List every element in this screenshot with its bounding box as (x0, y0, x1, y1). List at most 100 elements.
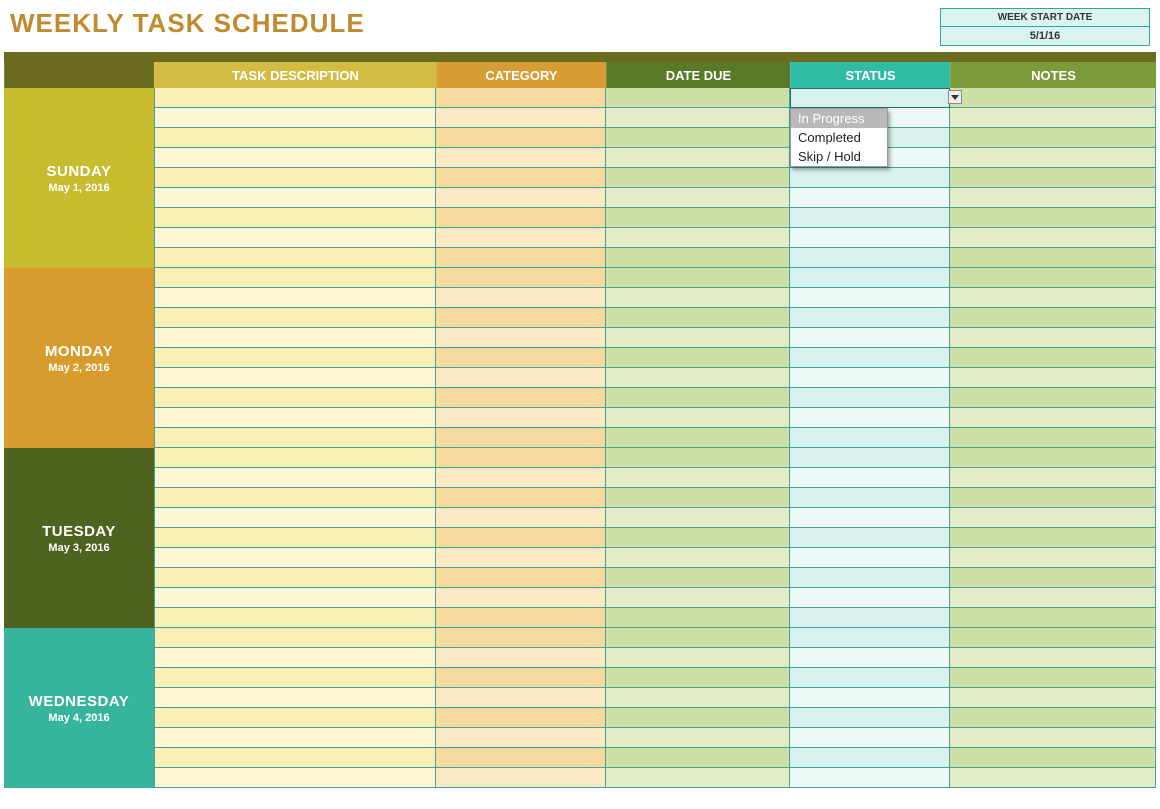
notes-cell[interactable] (950, 108, 1156, 128)
task-cell[interactable] (154, 728, 436, 748)
task-cell[interactable] (154, 528, 436, 548)
notes-cell[interactable] (950, 548, 1156, 568)
cat-cell[interactable] (436, 608, 606, 628)
stat-cell[interactable] (790, 548, 950, 568)
task-cell[interactable] (154, 688, 436, 708)
cat-cell[interactable] (436, 568, 606, 588)
task-cell[interactable] (154, 188, 436, 208)
status-option[interactable]: Completed (791, 128, 887, 147)
notes-cell[interactable] (950, 88, 1156, 108)
due-cell[interactable] (606, 128, 790, 148)
notes-cell[interactable] (950, 248, 1156, 268)
due-cell[interactable] (606, 328, 790, 348)
task-cell[interactable] (154, 608, 436, 628)
cat-cell[interactable] (436, 188, 606, 208)
cat-cell[interactable] (436, 88, 606, 108)
stat-cell[interactable] (790, 188, 950, 208)
stat-cell[interactable] (790, 208, 950, 228)
cat-cell[interactable] (436, 748, 606, 768)
due-cell[interactable] (606, 308, 790, 328)
cat-cell[interactable] (436, 248, 606, 268)
task-cell[interactable] (154, 628, 436, 648)
task-cell[interactable] (154, 248, 436, 268)
due-cell[interactable] (606, 468, 790, 488)
cat-cell[interactable] (436, 408, 606, 428)
stat-cell[interactable] (790, 508, 950, 528)
stat-cell[interactable] (790, 688, 950, 708)
stat-cell[interactable] (790, 588, 950, 608)
task-cell[interactable] (154, 88, 436, 108)
task-cell[interactable] (154, 348, 436, 368)
due-cell[interactable] (606, 108, 790, 128)
stat-cell[interactable] (790, 528, 950, 548)
notes-cell[interactable] (950, 668, 1156, 688)
due-cell[interactable] (606, 768, 790, 788)
due-cell[interactable] (606, 688, 790, 708)
notes-cell[interactable] (950, 728, 1156, 748)
task-cell[interactable] (154, 548, 436, 568)
notes-cell[interactable] (950, 488, 1156, 508)
stat-cell[interactable] (790, 228, 950, 248)
stat-cell[interactable] (790, 168, 950, 188)
notes-cell[interactable] (950, 148, 1156, 168)
stat-cell[interactable] (790, 428, 950, 448)
task-cell[interactable] (154, 468, 436, 488)
notes-cell[interactable] (950, 768, 1156, 788)
notes-cell[interactable] (950, 308, 1156, 328)
stat-cell[interactable] (790, 248, 950, 268)
stat-cell[interactable] (790, 608, 950, 628)
stat-cell[interactable] (790, 388, 950, 408)
cat-cell[interactable] (436, 468, 606, 488)
stat-cell[interactable] (790, 648, 950, 668)
notes-cell[interactable] (950, 468, 1156, 488)
due-cell[interactable] (606, 348, 790, 368)
due-cell[interactable] (606, 148, 790, 168)
due-cell[interactable] (606, 648, 790, 668)
task-cell[interactable] (154, 488, 436, 508)
task-cell[interactable] (154, 708, 436, 728)
due-cell[interactable] (606, 388, 790, 408)
notes-cell[interactable] (950, 188, 1156, 208)
stat-cell[interactable] (790, 288, 950, 308)
cat-cell[interactable] (436, 448, 606, 468)
due-cell[interactable] (606, 608, 790, 628)
notes-cell[interactable] (950, 688, 1156, 708)
cat-cell[interactable] (436, 308, 606, 328)
stat-cell[interactable] (790, 268, 950, 288)
notes-cell[interactable] (950, 628, 1156, 648)
due-cell[interactable] (606, 708, 790, 728)
notes-cell[interactable] (950, 508, 1156, 528)
stat-cell[interactable] (790, 368, 950, 388)
task-cell[interactable] (154, 388, 436, 408)
notes-cell[interactable] (950, 408, 1156, 428)
notes-cell[interactable] (950, 428, 1156, 448)
notes-cell[interactable] (950, 388, 1156, 408)
cat-cell[interactable] (436, 128, 606, 148)
dropdown-button[interactable] (948, 90, 962, 104)
status-option[interactable]: Skip / Hold (791, 147, 887, 166)
task-cell[interactable] (154, 508, 436, 528)
cat-cell[interactable] (436, 428, 606, 448)
due-cell[interactable] (606, 428, 790, 448)
due-cell[interactable] (606, 448, 790, 468)
cat-cell[interactable] (436, 668, 606, 688)
due-cell[interactable] (606, 548, 790, 568)
stat-cell[interactable] (790, 328, 950, 348)
notes-cell[interactable] (950, 708, 1156, 728)
cat-cell[interactable] (436, 388, 606, 408)
cat-cell[interactable] (436, 348, 606, 368)
due-cell[interactable] (606, 588, 790, 608)
due-cell[interactable] (606, 508, 790, 528)
due-cell[interactable] (606, 748, 790, 768)
stat-cell[interactable] (790, 708, 950, 728)
stat-cell[interactable] (790, 628, 950, 648)
due-cell[interactable] (606, 288, 790, 308)
due-cell[interactable] (606, 668, 790, 688)
notes-cell[interactable] (950, 168, 1156, 188)
due-cell[interactable] (606, 228, 790, 248)
cat-cell[interactable] (436, 148, 606, 168)
stat-cell[interactable] (790, 748, 950, 768)
cat-cell[interactable] (436, 208, 606, 228)
cat-cell[interactable] (436, 268, 606, 288)
notes-cell[interactable] (950, 228, 1156, 248)
